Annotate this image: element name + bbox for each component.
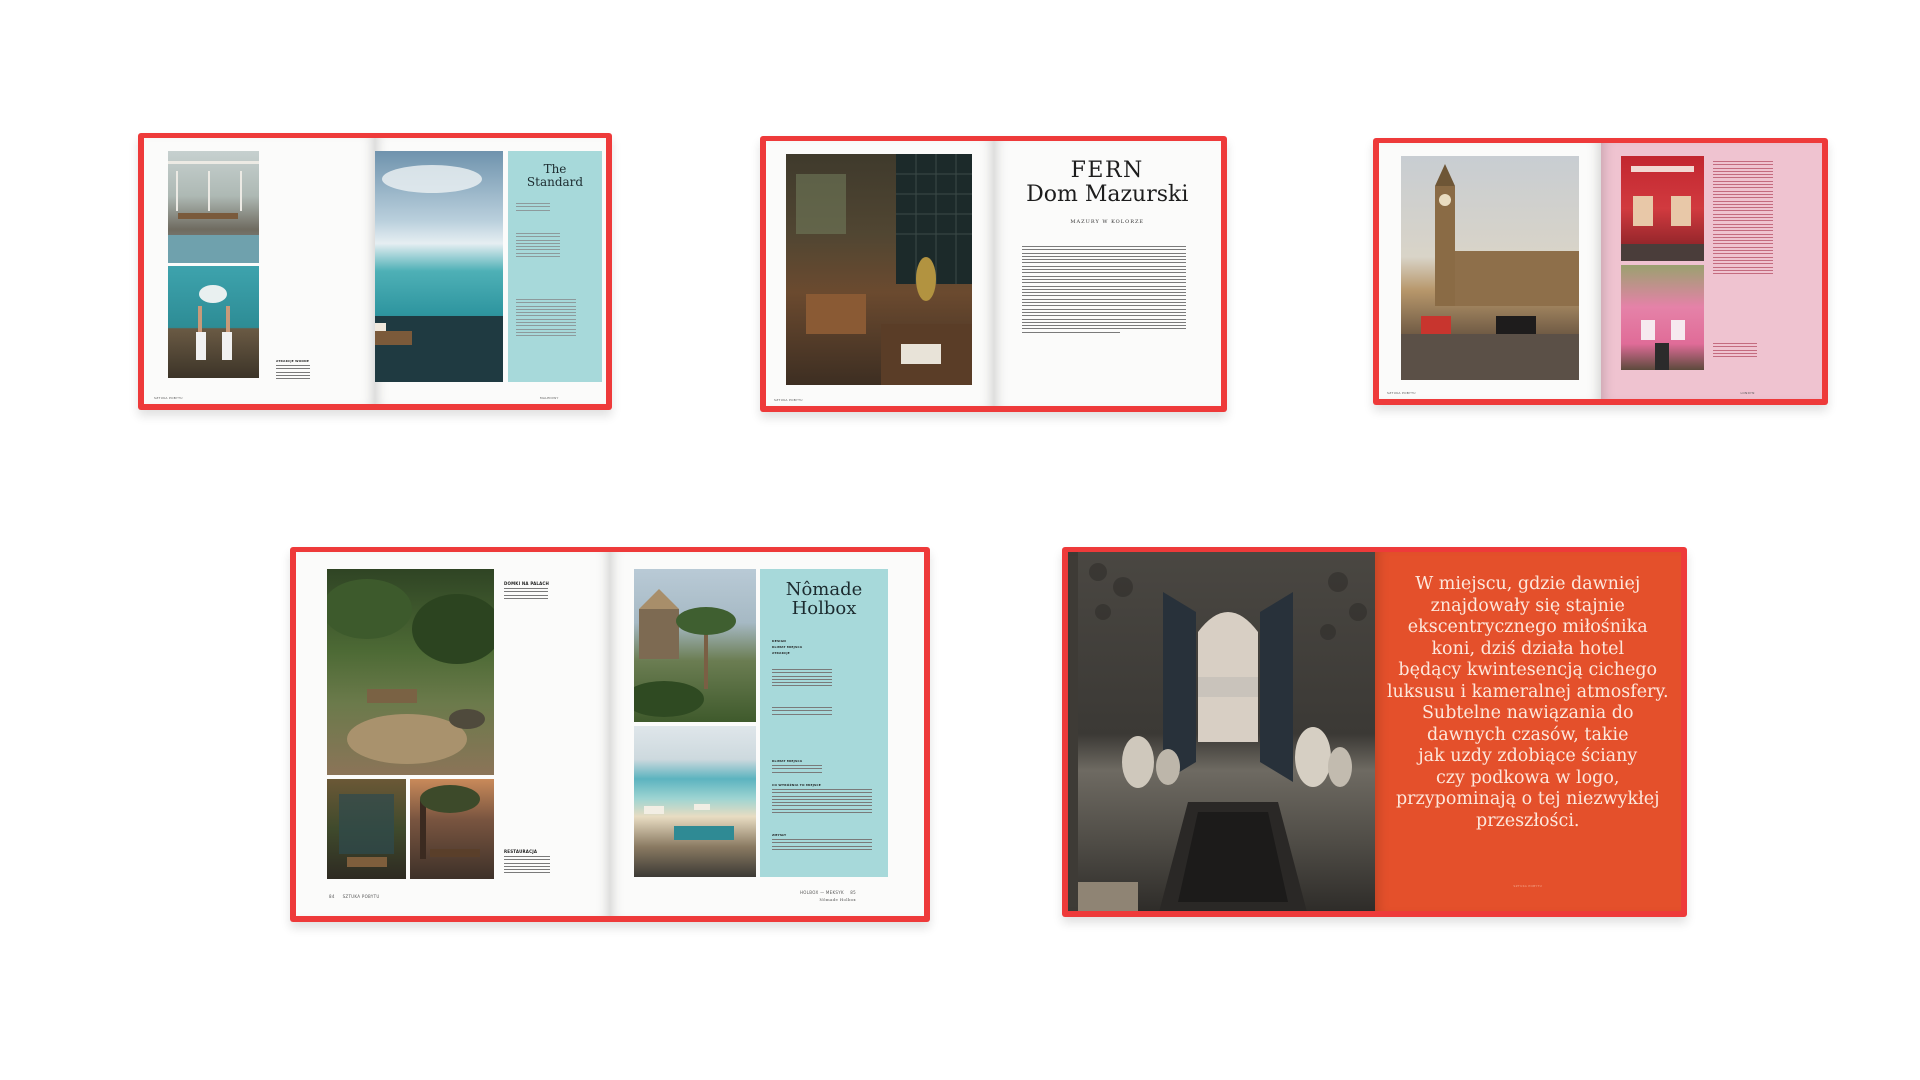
- photo-pool-terrace: [168, 151, 259, 263]
- restaurant-text: [504, 856, 550, 876]
- dlaczego-text: [772, 789, 872, 815]
- quote-text: W miejscu, gdzie dawniej znajdowały się …: [1375, 574, 1682, 832]
- panel-title-line2: Holbox: [791, 597, 857, 619]
- right-page: The Standard MALEDIWY: [375, 138, 606, 404]
- book-nomade-holbox: DOMKI NA PALACH RESTAURACJA 84 SZTUKA PO…: [290, 547, 930, 922]
- book-spread: DOMKI NA PALACH RESTAURACJA 84 SZTUKA PO…: [296, 552, 924, 916]
- panel-title: Nômade Holbox: [760, 580, 888, 619]
- folio-left-text: SZTUKA POBYTU: [774, 398, 803, 402]
- folio-left-text: SZTUKA POBYTU: [342, 894, 380, 899]
- book-the-standard: ATRAKCJE WODNE SZTUKA POBYTU The Standar…: [138, 133, 612, 410]
- caption-text: [276, 365, 310, 381]
- photo-red-shopfront: [1620, 156, 1704, 261]
- klimat-heading: KLIMAT MIEJSCA: [772, 759, 803, 763]
- klimat-text: [772, 765, 822, 775]
- photo-ocean-villa: [375, 151, 503, 382]
- folio-left: 84 SZTUKA POBYTU: [329, 894, 380, 899]
- dlaczego-heading: CO WYRÓŻNIA TO MIEJSCE: [772, 783, 822, 787]
- folio-right-text: MALEDIWY: [540, 396, 559, 400]
- quote-line: będący kwintesencją cichego: [1398, 660, 1658, 680]
- photo-snorkel-deck: [168, 266, 259, 378]
- restaurant-heading: RESTAURACJA: [504, 849, 538, 854]
- folio-text: SZTUKA POBYTU: [1513, 884, 1543, 888]
- folio-left-text: SZTUKA POBYTU: [1387, 391, 1416, 395]
- quote-line: znajdowały się stajnie: [1430, 595, 1625, 616]
- info-panel: The Standard: [508, 151, 602, 382]
- photo-fern-interior: [786, 154, 972, 385]
- right-page: Nômade Holbox DESIGN KLIMAT MIEJSCA ATRA…: [610, 552, 924, 916]
- folio-left-text: SZTUKA POBYTU: [154, 396, 183, 400]
- photo-palm-cabanas: [634, 569, 756, 722]
- panel-title: The Standard: [526, 162, 584, 189]
- london-body-text: [1712, 161, 1773, 276]
- left-page: ATRAKCJE WODNE SZTUKA POBYTU: [144, 138, 375, 404]
- london-side-note: [1712, 343, 1757, 359]
- photo-big-ben: [1401, 156, 1579, 380]
- label-atrakcje: ATRAKCJE: [772, 651, 790, 655]
- photo-beach-pool: [634, 726, 756, 877]
- photo-jungle-path: [327, 569, 494, 775]
- folio-right: HOLBOX — MEKSYK 85 Nômade Holbox: [800, 890, 856, 902]
- folio-left: SZTUKA POBYTU: [1387, 391, 1416, 395]
- panel-contact-lines: [516, 233, 560, 259]
- book-spread: W miejscu, gdzie dawniej znajdowały się …: [1068, 552, 1681, 911]
- left-page: DOMKI NA PALACH RESTAURACJA 84 SZTUKA PO…: [296, 552, 610, 916]
- folio-bottom: SZTUKA POBYTU: [1375, 884, 1682, 888]
- fern-title: FERN Dom Mazurski MAZURY W KOLORZE: [994, 158, 1222, 226]
- quote-line: ekscentrycznego miłośnika: [1407, 617, 1648, 637]
- folio-right-text: HOLBOX — MEKSYK: [800, 890, 844, 895]
- quote-line: dawnych czasów, takie: [1427, 724, 1629, 745]
- folio-right: MALEDIWY: [540, 396, 559, 400]
- quote-line: W miejscu, gdzie dawniej: [1415, 574, 1641, 594]
- panel-contact-lines: [772, 669, 832, 689]
- folio-right-text: LONDYN: [1740, 391, 1755, 395]
- quote-line: przeszłości.: [1476, 810, 1580, 831]
- folio-left: SZTUKA POBYTU: [774, 398, 803, 402]
- quote-line: luksusu i kameralnej atmosfery.: [1386, 681, 1669, 702]
- photo-restaurant-terrace: [410, 779, 494, 879]
- fern-title-line2: Dom Mazurski: [1026, 182, 1189, 207]
- info-panel: Nômade Holbox DESIGN KLIMAT MIEJSCA ATRA…: [760, 569, 888, 877]
- folio-right-num: 85: [850, 890, 856, 895]
- folio-left-num: 84: [329, 894, 335, 899]
- book-london: SZTUKA POBYTU LONDYN: [1373, 138, 1828, 405]
- folio-right: LONDYN: [1741, 391, 1755, 395]
- photo-pink-house: [1620, 265, 1704, 370]
- photo-restaurant-interior: [327, 779, 406, 879]
- photo-arched-doorway: [1078, 552, 1375, 911]
- right-page: LONDYN: [1600, 143, 1822, 399]
- book-spread: SZTUKA POBYTU LONDYN: [1379, 143, 1822, 399]
- domki-text: [504, 588, 548, 601]
- book-spread: ATRAKCJE WODNE SZTUKA POBYTU The Standar…: [144, 138, 606, 404]
- quote-line: przypominają o tej niezwykłej: [1395, 789, 1660, 809]
- folio-left: SZTUKA POBYTU: [154, 396, 183, 400]
- caption-heading: ATRAKCJE WODNE: [276, 359, 310, 363]
- book-spread: SZTUKA POBYTU FERN Dom Mazurski MAZURY W…: [766, 141, 1221, 406]
- quote-line: jak uzdy zdobiące ściany: [1418, 746, 1638, 766]
- book-fern-dom-mazurski: SZTUKA POBYTU FERN Dom Mazurski MAZURY W…: [760, 136, 1227, 412]
- fern-title-line1: FERN: [1070, 158, 1144, 183]
- folio-right-sub: Nômade Holbox: [819, 897, 856, 902]
- fern-body-text: [1021, 246, 1186, 335]
- panel-desc-lines: [516, 299, 576, 339]
- quote-line: Subtelne nawiązania do: [1421, 703, 1634, 723]
- left-page: SZTUKA POBYTU: [766, 141, 994, 406]
- right-page: W miejscu, gdzie dawniej znajdowały się …: [1374, 552, 1682, 911]
- right-page: FERN Dom Mazurski MAZURY W KOLORZE: [993, 141, 1222, 406]
- label-design: DESIGN: [772, 639, 786, 643]
- zmysly-text: [772, 839, 872, 852]
- panel-spec-lines: [516, 203, 550, 213]
- domki-heading: DOMKI NA PALACH: [504, 581, 550, 586]
- zmysly-heading: ZMYSŁY: [772, 833, 787, 837]
- panel-extra-lines: [772, 707, 832, 717]
- left-page: SZTUKA POBYTU: [1379, 143, 1601, 399]
- book-quote-spread: W miejscu, gdzie dawniej znajdowały się …: [1062, 547, 1687, 917]
- fern-subtitle: MAZURY W KOLORZE: [1070, 219, 1145, 225]
- left-page: [1068, 552, 1375, 911]
- quote-line: czy podkowa w logo,: [1435, 767, 1620, 788]
- label-klimat: KLIMAT MIEJSCA: [772, 645, 803, 649]
- quote-line: koni, dziś działa hotel: [1431, 638, 1625, 659]
